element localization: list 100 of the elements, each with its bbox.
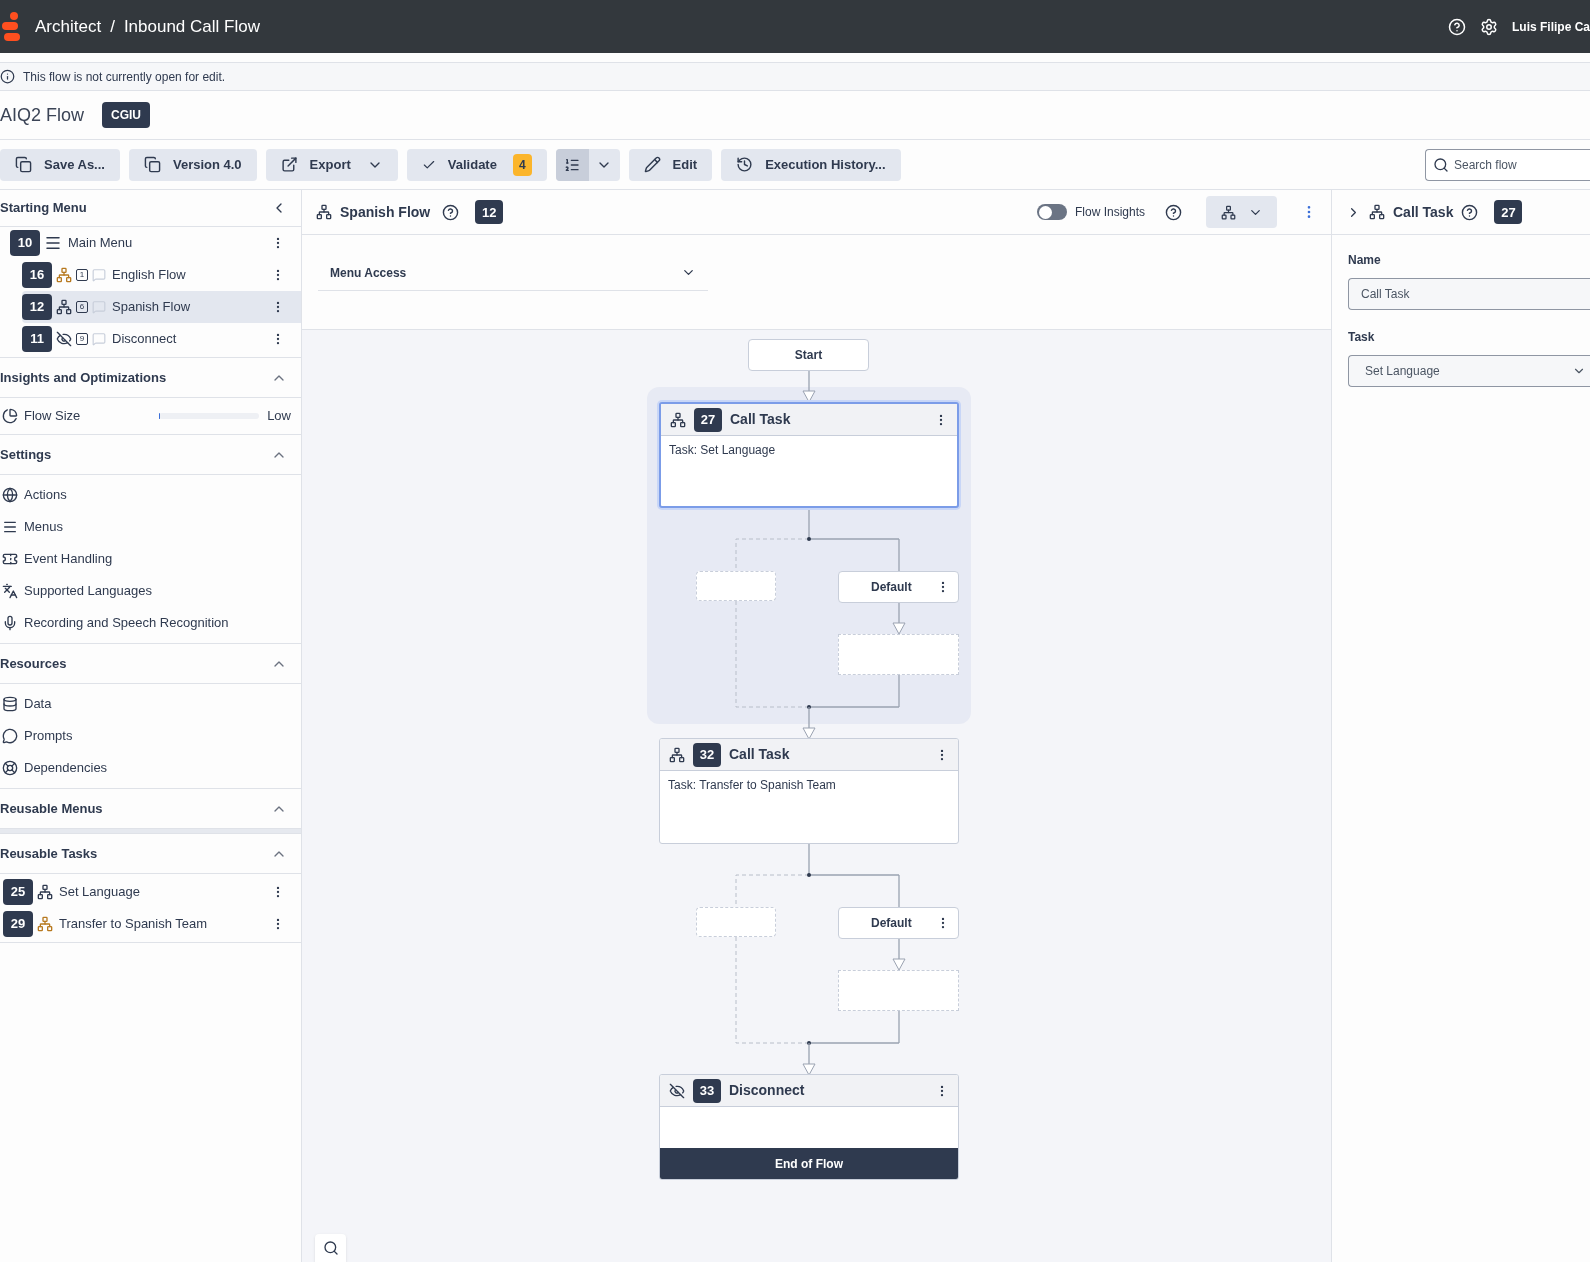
disconnect-icon (669, 1082, 685, 1099)
panel-title: Call Task (1393, 202, 1454, 222)
user-name[interactable]: Luis Filipe Ca (1512, 17, 1590, 36)
field-label: Name (1348, 252, 1382, 269)
toggle-switch[interactable] (1036, 204, 1067, 220)
junction-dot (807, 705, 811, 709)
task-item[interactable]: 29 Transfer to Spanish Team (0, 908, 301, 940)
tree-item-label: Disconnect (112, 330, 177, 349)
flow-node[interactable]: 32 Call Task Task: Transfer to Spanish Team (659, 738, 959, 844)
settings-icon (1480, 17, 1498, 36)
end-of-flow-bar: End of Flow (660, 1148, 958, 1179)
node-title: Call Task (730, 410, 791, 429)
count-box: 6 (76, 301, 88, 313)
search-field[interactable]: Search flow (1425, 148, 1590, 181)
count-box: 1 (76, 269, 88, 281)
toggle-label: Flow Insights (1074, 204, 1145, 221)
tree-item-label: Main Menu (68, 234, 133, 253)
breadcrumb-link[interactable]: Architect (35, 13, 102, 40)
external-link-icon (280, 156, 298, 173)
sidebar-link[interactable]: Actions (0, 479, 301, 511)
speech-bubble-icon (92, 300, 106, 314)
outcome-label: Default (871, 579, 912, 596)
task-label: Set Language (59, 883, 140, 902)
outcome-node[interactable]: Default (838, 571, 959, 603)
junction-dot (807, 873, 811, 877)
node-body-text: Task: Set Language (668, 442, 777, 459)
search-button[interactable] (315, 1234, 346, 1262)
breadcrumb-current: Inbound Call Flow (123, 15, 260, 38)
settings-button[interactable] (1480, 17, 1498, 36)
connector-arrow (892, 602, 906, 635)
languages-icon (2, 583, 18, 599)
database-icon (2, 696, 18, 712)
number-badge: 32 (693, 742, 721, 767)
hierarchy-icon (1369, 204, 1385, 220)
breadcrumb-separator: / (110, 15, 115, 38)
help-icon (1448, 17, 1466, 36)
help-icon (1461, 203, 1479, 221)
help-icon (442, 203, 460, 221)
meter-reading: Low (267, 407, 291, 426)
flow-node[interactable]: 27 Call Task Task: Set Language (659, 402, 959, 508)
info-icon (0, 69, 15, 84)
toolbar-button[interactable]: Export (265, 148, 398, 181)
toolbar-button[interactable]: Edit (628, 148, 713, 181)
logo-icon (2, 10, 22, 43)
speech-bubble-icon (92, 268, 106, 282)
globe-icon (2, 487, 18, 503)
help-button[interactable] (1448, 17, 1466, 36)
ticket-icon (2, 551, 18, 567)
metric-label: Flow Size (24, 407, 81, 426)
layout-dropdown-button[interactable] (1206, 196, 1277, 228)
tree-item[interactable]: 12 6 Spanish Flow (22, 291, 301, 323)
sidebar-link[interactable]: Event Handling (0, 543, 301, 575)
number-badge: 16 (22, 262, 52, 288)
flow-type-badge: CGIU (102, 102, 151, 128)
number-badge: 10 (10, 230, 40, 256)
notice-text: This flow is not currently open for edit. (23, 68, 226, 86)
search-icon (322, 1240, 339, 1256)
count-badge: 4 (512, 153, 532, 176)
microphone-icon (2, 615, 18, 631)
hierarchy-icon (1220, 204, 1236, 220)
number-badge: 12 (22, 294, 52, 320)
help-icon (1165, 203, 1182, 221)
sidebar-link[interactable]: Prompts (0, 720, 301, 752)
outline-toggle[interactable] (555, 148, 588, 181)
menu-access-accordion[interactable]: Menu Access (318, 255, 708, 291)
connector-arrow (802, 706, 816, 740)
sidebar-link[interactable]: Menus (0, 511, 301, 543)
toolbar-button[interactable]: Version 4.0 (128, 148, 257, 181)
number-badge: 33 (693, 1078, 721, 1103)
section-title: Resources (0, 654, 67, 673)
tree-item[interactable]: 11 9 Disconnect (22, 323, 301, 355)
copy-icon (143, 156, 161, 173)
sidebar-link[interactable]: Recording and Speech Recognition (0, 607, 301, 639)
toolbar-button[interactable]: Validate 4 (406, 148, 547, 181)
task-select[interactable]: Set Language (1348, 355, 1590, 387)
menu-icon (2, 519, 18, 535)
hierarchy-icon (316, 204, 332, 220)
sidebar-link[interactable]: Data (0, 688, 301, 720)
sidebar-link[interactable]: Supported Languages (0, 575, 301, 607)
tree-item[interactable]: 16 1 English Flow (22, 259, 301, 291)
outcome-label: Default (871, 915, 912, 932)
tree-item[interactable]: 10 Main Menu (10, 227, 301, 259)
copy-icon (15, 156, 32, 173)
hierarchy-icon (669, 746, 685, 763)
connector-arrow (802, 370, 816, 403)
outcome-node[interactable]: Default (838, 907, 959, 939)
tree-item-label: Spanish Flow (112, 298, 191, 317)
tree-item-label: English Flow (112, 266, 186, 285)
number-badge: 11 (22, 326, 52, 352)
name-input-field[interactable]: Call Task (1348, 278, 1590, 310)
toolbar-button[interactable]: Execution History... (721, 148, 901, 181)
count-box: 9 (76, 333, 88, 345)
sidebar-link[interactable]: Dependencies (0, 752, 301, 784)
task-item[interactable]: 25 Set Language (0, 876, 301, 908)
toolbar-button[interactable]: Save As... (0, 148, 120, 181)
flow-node[interactable]: 33 Disconnect End of Flow (659, 1074, 959, 1180)
connector-arrow (802, 1042, 816, 1076)
number-badge: 27 (1494, 200, 1523, 225)
start-node[interactable]: Start (748, 339, 869, 371)
hierarchy-icon (670, 411, 686, 428)
